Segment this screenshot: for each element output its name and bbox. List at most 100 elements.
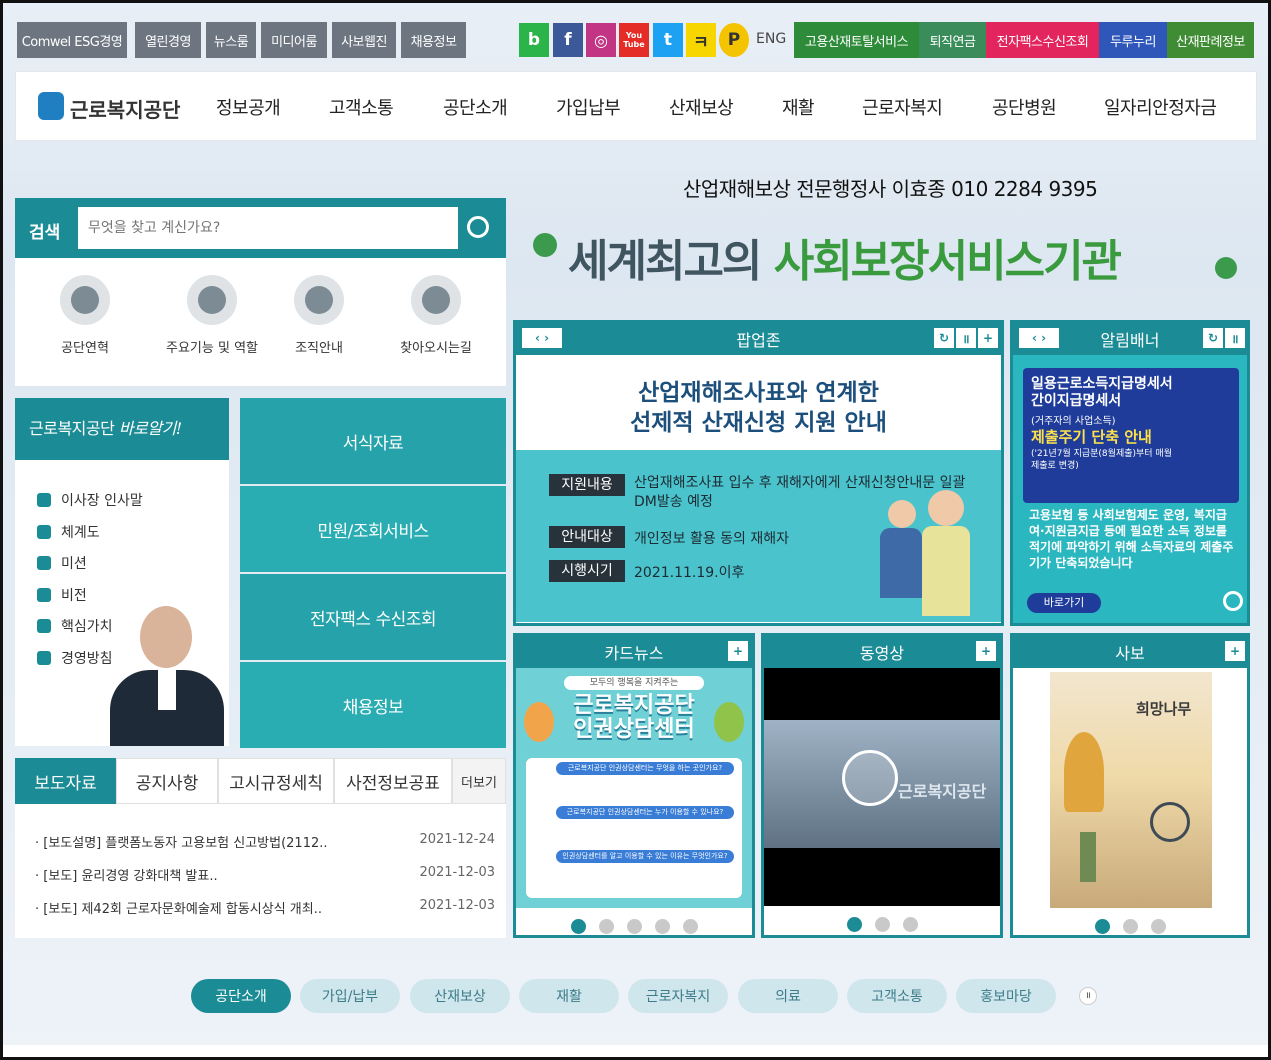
- utility-link-recruit[interactable]: 채용정보: [401, 22, 466, 58]
- bottom-tab-welfare[interactable]: 근로자복지: [628, 979, 728, 1013]
- pager-dot[interactable]: [903, 917, 918, 932]
- more-link[interactable]: 더보기: [452, 758, 506, 804]
- plus-icon[interactable]: +: [976, 641, 996, 661]
- youtube-icon[interactable]: You Tube: [619, 23, 649, 57]
- efax-button[interactable]: 전자팩스수신조회: [986, 22, 1099, 58]
- pause-icon[interactable]: ॥: [956, 328, 976, 348]
- sabo-title: 사보: [1115, 644, 1145, 663]
- logo-text[interactable]: 근로복지공단: [70, 94, 180, 123]
- pause-icon[interactable]: ॥: [1079, 987, 1097, 1005]
- utility-link-open-management[interactable]: 열린경영: [135, 22, 201, 58]
- pager-dot[interactable]: [847, 917, 862, 932]
- precedent-button[interactable]: 산재판례정보: [1167, 22, 1254, 58]
- instagram-icon[interactable]: ◎: [586, 23, 616, 57]
- refresh-icon[interactable]: ↻: [934, 328, 954, 348]
- kakao-pay-icon[interactable]: P: [719, 23, 749, 57]
- video-player[interactable]: 근로복지공단: [764, 668, 1000, 906]
- tile-civil-service[interactable]: 민원/조회서비스: [240, 486, 506, 572]
- nav-about[interactable]: 공단소개: [443, 94, 508, 120]
- banner-card[interactable]: 일용근로소득지급명세서 간이지급명세서 (거주자의 사업소득) 제출주기 단축 안…: [1023, 368, 1239, 503]
- news-item[interactable]: · [보도] 제42회 근로자문화예술제 합동시상식 개최.. 2021-12-0…: [35, 898, 495, 917]
- card-news-pager: [571, 919, 698, 934]
- bottom-tab-rehab[interactable]: 재활: [519, 979, 619, 1013]
- nav-customer[interactable]: 고객소통: [329, 94, 394, 120]
- quick-roles[interactable]: 주요기능 및 역할: [152, 275, 272, 356]
- magazine-cover[interactable]: 희망나무: [1050, 672, 1212, 908]
- refresh-icon[interactable]: ↻: [1203, 328, 1223, 348]
- news-item[interactable]: · [보도] 윤리경영 강화대책 발표.. 2021-12-03: [35, 865, 495, 884]
- person-illustration: [1080, 832, 1096, 882]
- quick-directions[interactable]: 찾아오시는길: [386, 275, 486, 356]
- bottom-tab-compensation[interactable]: 산재보상: [410, 979, 510, 1013]
- utility-link-webzine[interactable]: 사보웹진: [332, 22, 396, 58]
- prev-next-icon[interactable]: ‹ ›: [522, 328, 562, 348]
- about-item-values[interactable]: 핵심가치: [37, 616, 113, 636]
- news-date: 2021-12-24: [419, 832, 495, 847]
- pager-dot[interactable]: [875, 917, 890, 932]
- prev-next-icon[interactable]: ‹ ›: [1019, 328, 1059, 348]
- utility-link-mediaroom[interactable]: 미디어룸: [261, 22, 327, 58]
- total-service-button[interactable]: 고용산재토탈서비스: [794, 22, 919, 58]
- nav-rehab[interactable]: 재활: [782, 94, 815, 120]
- plus-icon[interactable]: +: [978, 328, 998, 348]
- search-icon[interactable]: [467, 216, 489, 238]
- pager-dot[interactable]: [571, 919, 586, 934]
- pager-dot[interactable]: [1151, 919, 1166, 934]
- tile-recruit[interactable]: 채용정보: [240, 662, 506, 748]
- about-item-mission[interactable]: 미션: [37, 553, 87, 573]
- pager-dot[interactable]: [683, 919, 698, 934]
- kakao-story-icon[interactable]: ㅋ: [686, 23, 716, 57]
- nav-hospital[interactable]: 공단병원: [992, 94, 1057, 120]
- card-news-image[interactable]: 모두의 행복을 지켜주는 근로복지공단 인권상담센터 근로복지공단 인권상담센터는…: [516, 668, 752, 908]
- nav-welfare[interactable]: 근로자복지: [862, 94, 943, 120]
- news-item[interactable]: · [보도설명] 플랫폼노동자 고용보험 신고방법(2112.. 2021-12-…: [35, 832, 495, 851]
- nav-payment[interactable]: 가입납부: [556, 94, 621, 120]
- quick-org[interactable]: 조직안내: [269, 275, 369, 356]
- bottom-tab-about[interactable]: 공단소개: [191, 979, 291, 1013]
- about-item-policy[interactable]: 경영방침: [37, 648, 113, 668]
- blog-icon[interactable]: b: [519, 23, 549, 57]
- pager-dot[interactable]: [599, 919, 614, 934]
- tab-notice[interactable]: 공지사항: [116, 758, 218, 804]
- utility-link-esg[interactable]: Comwel ESG경영: [17, 22, 127, 58]
- go-button[interactable]: 바로가기: [1027, 593, 1101, 613]
- tile-efax[interactable]: 전자팩스 수신조회: [240, 574, 506, 660]
- popup-body[interactable]: 지원내용 산업재해조사표 입수 후 재해자에게 산재신청안내문 일괄 DM발송 …: [516, 450, 1001, 622]
- play-icon[interactable]: [842, 750, 898, 806]
- about-item-structure[interactable]: 체계도: [37, 522, 100, 542]
- about-title: 근로복지공단 바로알기!: [15, 398, 229, 460]
- news-date: 2021-12-03: [419, 898, 495, 913]
- durunuri-button[interactable]: 두루누리: [1099, 22, 1167, 58]
- twitter-icon[interactable]: t: [653, 23, 683, 57]
- tab-press[interactable]: 보도자료: [15, 758, 116, 804]
- tile-forms[interactable]: 서식자료: [240, 398, 506, 484]
- facebook-icon[interactable]: f: [553, 23, 583, 57]
- plus-icon[interactable]: +: [728, 641, 748, 661]
- bottom-tab-medical[interactable]: 의료: [738, 979, 838, 1013]
- nav-compensation[interactable]: 산재보상: [669, 94, 734, 120]
- pause-icon[interactable]: ॥: [1225, 328, 1245, 348]
- bicycle-illustration: [1150, 802, 1190, 842]
- pension-button[interactable]: 퇴직연금: [919, 22, 986, 58]
- about-item-vision[interactable]: 비전: [37, 585, 87, 605]
- utility-link-newsroom[interactable]: 뉴스룸: [206, 22, 256, 58]
- bottom-tab-payment[interactable]: 가입/납부: [300, 979, 400, 1013]
- tab-disclosure[interactable]: 사전정보공표: [334, 758, 452, 804]
- nav-info-disclosure[interactable]: 정보공개: [216, 94, 281, 120]
- quick-history[interactable]: 공단연혁: [35, 275, 135, 356]
- banner-line1: 일용근로소득지급명세서 간이지급명세서: [1031, 376, 1231, 410]
- pager-dot[interactable]: [1095, 919, 1110, 934]
- search-input[interactable]: [78, 207, 458, 249]
- bottom-tab-promotion[interactable]: 홍보마당: [956, 979, 1056, 1013]
- about-item-greeting[interactable]: 이사장 인사말: [37, 490, 143, 510]
- plus-icon[interactable]: +: [1225, 641, 1245, 661]
- nav-job-stability[interactable]: 일자리안정자금: [1104, 94, 1217, 120]
- about-panel: 근로복지공단 바로알기! 이사장 인사말 체계도 미션 비전 핵심가치 경영방침: [15, 398, 229, 746]
- pager-dot[interactable]: [627, 919, 642, 934]
- pager-dot[interactable]: [1123, 919, 1138, 934]
- tab-regulation[interactable]: 고시규정세칙: [218, 758, 334, 804]
- eng-link[interactable]: ENG: [756, 31, 786, 47]
- bottom-tab-customer[interactable]: 고객소통: [847, 979, 947, 1013]
- pager-dot[interactable]: [655, 919, 670, 934]
- card-q1: 근로복지공단 인권상담센터는 무엇을 하는 곳인가요?: [556, 762, 734, 775]
